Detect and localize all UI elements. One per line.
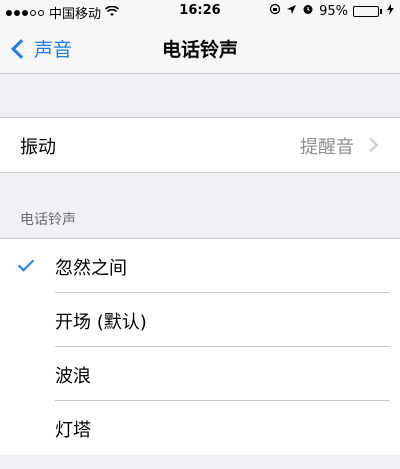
ringtone-item-4[interactable]: 灯塔	[0, 401, 400, 455]
status-right: 95%	[269, 3, 394, 19]
vibration-group: 振动 提醒音	[0, 117, 400, 173]
page-title: 电话铃声	[161, 39, 238, 61]
ringtone-list: 忽然之间 开场 (默认) 波浪 灯塔	[0, 238, 400, 455]
rotation-lock-icon	[269, 3, 281, 19]
vibration-cell[interactable]: 振动 提醒音	[0, 118, 400, 172]
ringtone-label: 忽然之间	[55, 258, 127, 279]
battery-cap	[380, 8, 382, 14]
battery-icon	[353, 5, 382, 17]
ringtone-item-1[interactable]: 忽然之间	[0, 239, 400, 293]
chevron-right-icon	[363, 137, 379, 153]
alarm-icon	[302, 3, 314, 19]
navigation-bar: 声音 电话铃声	[0, 22, 400, 74]
checkmark-icon	[17, 255, 35, 272]
status-bar: 中国移动 16:26 95%	[0, 0, 400, 22]
vibration-value: 提醒音	[300, 137, 354, 158]
ringtone-label: 波浪	[55, 366, 91, 387]
ringtone-label: 灯塔	[55, 420, 91, 441]
battery-body	[353, 5, 379, 17]
location-icon	[286, 4, 297, 19]
section-header-ringtones: 电话铃声	[20, 212, 76, 228]
charging-icon	[387, 3, 394, 19]
ringtone-item-3[interactable]: 波浪	[0, 347, 400, 401]
ringtone-item-2[interactable]: 开场 (默认)	[0, 293, 400, 347]
vibration-label: 振动	[20, 137, 56, 158]
battery-percent: 95%	[319, 3, 348, 19]
ringtone-label: 开场 (默认)	[55, 312, 147, 333]
